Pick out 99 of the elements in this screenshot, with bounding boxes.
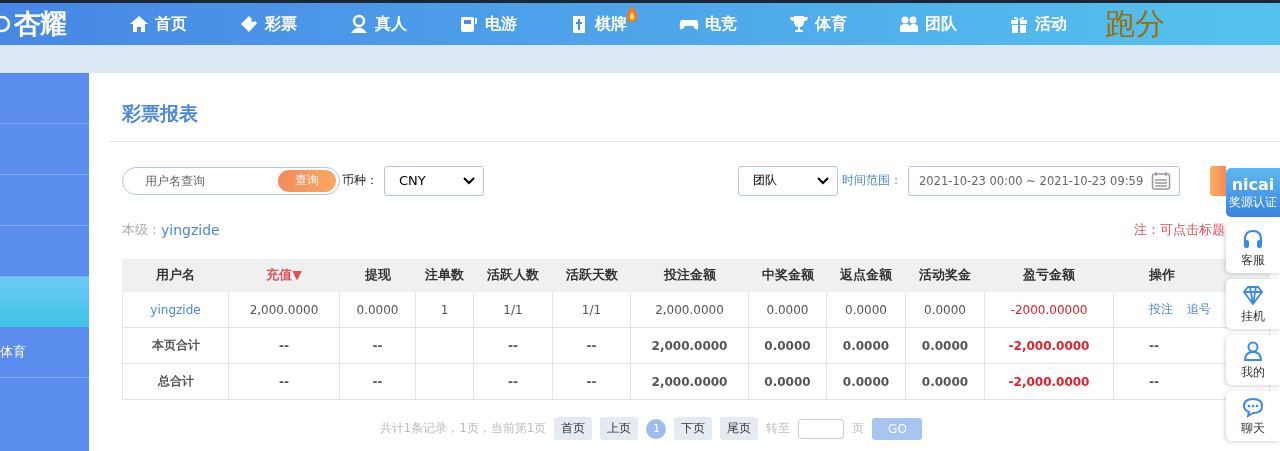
table-cell: 0.0000 — [826, 327, 906, 364]
page-button[interactable]: 尾页 — [720, 417, 759, 440]
username-link[interactable]: yingzide — [150, 302, 201, 317]
brand-text[interactable]: 跑分 — [1093, 3, 1165, 45]
logo-icon — [0, 13, 10, 35]
diamond-icon — [1242, 283, 1264, 306]
table-cell: -2,000.0000 — [984, 363, 1114, 400]
column-header: 提现 — [339, 259, 416, 292]
headset-icon — [1242, 227, 1264, 250]
level-label: 本级： — [122, 221, 161, 239]
table-cell: 0.0000 — [748, 291, 827, 328]
table-cell: 0.0000 — [748, 327, 827, 364]
people-icon — [899, 14, 919, 34]
date-range-field[interactable]: 2021-10-23 00:00 ~ 2021-10-23 09:59 — [908, 165, 1180, 196]
column-header: 返点金额 — [826, 259, 906, 292]
sidebar-item[interactable]: 体育 — [0, 327, 89, 378]
gift-icon — [1009, 14, 1029, 34]
column-header: 注单数 — [415, 259, 474, 292]
nav-item[interactable]: 彩票 — [239, 13, 297, 35]
go-button[interactable]: GO — [872, 417, 923, 440]
table-cell: 2,000.0000 — [630, 291, 749, 328]
table-cell: 0.0000 — [905, 327, 985, 364]
table-cell: -- — [339, 363, 416, 400]
table-cell: 0.0000 — [905, 291, 985, 328]
nav-item[interactable]: 真人 — [349, 13, 407, 35]
page-number[interactable]: 1 — [646, 418, 667, 439]
table-cell: 0.0000 — [339, 291, 416, 328]
page-unit: 页 — [852, 420, 865, 437]
scope-select[interactable]: 团队 — [738, 165, 838, 196]
table-cell: 1 — [415, 291, 474, 328]
page-button[interactable]: 首页 — [554, 417, 593, 440]
side-tool-button[interactable]: 挂机 — [1226, 279, 1280, 329]
currency-label: 币种： — [341, 172, 379, 189]
ticket-icon — [239, 14, 259, 34]
column-header: 活动奖金 — [905, 259, 985, 292]
column-header: 活跃人数 — [473, 259, 553, 292]
nav-item[interactable]: 体育 — [789, 13, 847, 35]
table-cell: 1/1 — [552, 291, 631, 328]
table-cell: 0.0000 — [826, 291, 906, 328]
search-button[interactable]: 查询 — [278, 169, 336, 192]
table-cell: -- — [228, 327, 340, 364]
side-tool-button[interactable]: 客服 — [1226, 223, 1280, 273]
level-user-link[interactable]: yingzide — [161, 222, 220, 238]
side-tool-button[interactable]: 我的 — [1226, 335, 1280, 385]
nav-item[interactable]: 电游 — [459, 13, 517, 35]
table-cell: 0.0000 — [748, 363, 827, 400]
calendar-icon — [1151, 170, 1171, 191]
table-cell: 2,000.0000 — [228, 291, 340, 328]
page-input[interactable] — [798, 418, 845, 439]
record-summary: 共计1条记录，1页，当前第1页 — [379, 420, 547, 437]
user-icon — [1242, 339, 1264, 362]
table-cell: -2,000.0000 — [984, 327, 1114, 364]
table-cell: 总合计 — [122, 363, 229, 400]
column-header: 活跃天数 — [552, 259, 631, 292]
column-header[interactable]: 充值▼ — [228, 259, 340, 292]
table-cell — [415, 327, 474, 364]
nav-item[interactable]: 首页 — [129, 13, 187, 35]
nav-item[interactable]: 棋牌 — [569, 13, 627, 35]
table-cell: 2,000.0000 — [630, 363, 749, 400]
column-header: 盈亏金额 — [984, 259, 1114, 292]
nav-item[interactable]: 电竞 — [679, 13, 737, 35]
column-header: 中奖金额 — [748, 259, 827, 292]
table-cell: -- — [552, 363, 631, 400]
time-range-label: 时间范围： — [841, 172, 903, 189]
side-tool-button[interactable]: 聊天 — [1226, 391, 1280, 441]
currency-select[interactable]: CNY — [384, 165, 484, 196]
page-button[interactable]: 上页 — [600, 417, 639, 440]
sort-note: 注：可点击标题 — [1134, 221, 1225, 239]
nav-item[interactable]: 活动 — [1009, 13, 1067, 35]
logo-text: 杏耀 — [14, 7, 66, 41]
table-cell: 本页合计 — [122, 327, 229, 364]
table-cell: 0.0000 — [826, 363, 906, 400]
person-icon — [349, 14, 369, 34]
table-cell — [415, 363, 474, 400]
table-cell: 1/1 — [473, 291, 553, 328]
home-icon — [129, 14, 149, 34]
action-link[interactable]: 追号 — [1187, 302, 1211, 316]
sidebar-item[interactable] — [0, 277, 89, 327]
nav-item[interactable]: 团队 — [899, 13, 957, 35]
table-cell: 2,000.0000 — [630, 327, 749, 364]
chevron-down-icon — [463, 176, 475, 185]
trophy-icon — [789, 14, 809, 34]
goto-label: 转至 — [766, 420, 791, 437]
action-link[interactable]: 投注 — [1149, 302, 1173, 316]
verification-badge[interactable]: nicai 奖源认证 — [1226, 168, 1280, 217]
chevron-down-icon — [817, 176, 829, 185]
table-cell: -- — [339, 327, 416, 364]
chat-icon — [1242, 395, 1264, 418]
table-cell: -- — [228, 363, 340, 400]
slot-machine-icon — [459, 14, 479, 34]
table-cell: -2000.00000 — [984, 291, 1114, 328]
page-title: 彩票报表 — [109, 73, 1280, 142]
table-cell: -- — [473, 327, 553, 364]
column-header: 投注金额 — [630, 259, 749, 292]
page-button[interactable]: 下页 — [674, 417, 713, 440]
column-header: 用户名 — [122, 259, 229, 292]
table-cell: 0.0000 — [905, 363, 985, 400]
table-cell: -- — [552, 327, 631, 364]
table-cell: -- — [473, 363, 553, 400]
